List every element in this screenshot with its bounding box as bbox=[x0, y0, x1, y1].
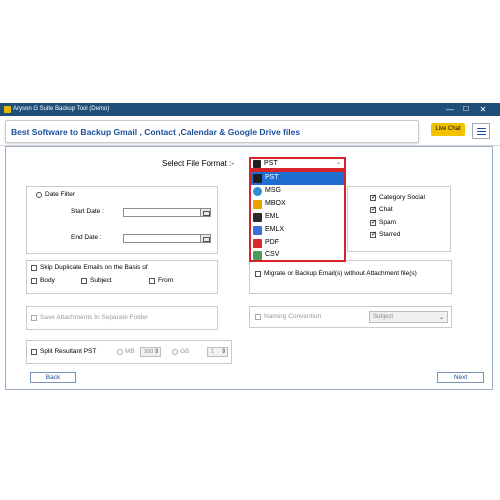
option-pdf[interactable]: PDF bbox=[251, 237, 344, 250]
split-pst-group: Split Resultant PST MB 200 ⇕ GB 1 ⇕ bbox=[26, 340, 232, 364]
header-banner: Best Software to Backup Gmail , Contact … bbox=[5, 120, 419, 143]
maximize-button[interactable]: ☐ bbox=[459, 104, 473, 115]
from-label: From bbox=[158, 277, 174, 284]
file-format-label: Select File Format :- bbox=[162, 159, 235, 168]
mb-radio[interactable] bbox=[117, 349, 123, 355]
option-label: MSG bbox=[265, 187, 281, 194]
body-checkbox[interactable] bbox=[31, 278, 37, 284]
skip-duplicates-label: Skip Duplicate Emails on the Basis of bbox=[40, 264, 148, 271]
category-social-label: Category Social bbox=[379, 194, 425, 201]
split-pst-label: Split Resultant PST bbox=[40, 348, 97, 355]
calendar-icon[interactable] bbox=[200, 208, 211, 217]
gb-label: GB bbox=[180, 348, 190, 355]
gb-radio[interactable] bbox=[172, 349, 178, 355]
next-button[interactable]: Next bbox=[437, 372, 484, 383]
chat-checkbox[interactable] bbox=[370, 205, 377, 213]
category-social-checkbox[interactable] bbox=[370, 193, 377, 201]
start-date-input[interactable] bbox=[123, 208, 202, 217]
header-title: Best Software to Backup Gmail , Contact … bbox=[11, 127, 301, 137]
category-group: Category Social Chat Spam Starred bbox=[347, 186, 451, 252]
stepper-icon: ⇕ bbox=[153, 349, 159, 355]
naming-convention-group: Naming Convention Subject ⌄ bbox=[249, 306, 452, 328]
date-filter-label: Date Filter bbox=[45, 191, 75, 198]
option-label: PDF bbox=[265, 239, 279, 246]
window-titlebar: Aryson G Suite Backup Tool (Demo) — ☐ ✕ bbox=[0, 103, 500, 116]
naming-convention-value: Subject bbox=[373, 314, 394, 320]
naming-convention-select[interactable]: Subject ⌄ bbox=[369, 311, 448, 323]
save-attachments-group: Save Attachments In Separate Folder bbox=[26, 306, 218, 330]
save-attachments-label: Save Attachments In Separate Folder bbox=[40, 314, 149, 321]
file-format-selected: PST bbox=[264, 160, 278, 167]
pst-icon bbox=[253, 160, 261, 168]
hamburger-icon-line bbox=[477, 134, 486, 135]
app-icon bbox=[4, 106, 11, 113]
minimize-button[interactable]: — bbox=[443, 104, 457, 115]
migrate-attachments-checkbox[interactable] bbox=[255, 271, 261, 277]
gb-size-value: 1 bbox=[211, 349, 215, 355]
spam-label: Spam bbox=[379, 219, 396, 226]
close-button[interactable]: ✕ bbox=[476, 104, 490, 115]
hamburger-icon-line bbox=[477, 131, 486, 132]
start-date-label: Start Date : bbox=[71, 208, 104, 215]
pdf-icon bbox=[253, 239, 262, 248]
calendar-icon[interactable] bbox=[200, 234, 211, 243]
date-filter-group: Date Filter Start Date : End Date : bbox=[26, 186, 218, 254]
stepper-icon: ⇕ bbox=[220, 349, 226, 355]
option-emlx[interactable]: EMLX bbox=[251, 224, 344, 237]
mb-size-stepper[interactable]: 200 ⇕ bbox=[140, 347, 161, 357]
split-pst-checkbox[interactable] bbox=[31, 349, 37, 355]
naming-convention-checkbox[interactable] bbox=[255, 314, 261, 320]
mbox-icon bbox=[253, 200, 262, 209]
msg-icon bbox=[253, 187, 262, 196]
gb-size-stepper[interactable]: 1 ⇕ bbox=[207, 347, 228, 357]
option-csv[interactable]: CSV bbox=[251, 250, 344, 260]
skip-duplicates-checkbox[interactable] bbox=[31, 265, 37, 271]
menu-button[interactable] bbox=[472, 123, 490, 139]
back-button[interactable]: Back bbox=[30, 372, 76, 383]
from-checkbox[interactable] bbox=[149, 278, 155, 284]
chevron-down-icon: ⌄ bbox=[438, 315, 444, 321]
window-title: Aryson G Suite Backup Tool (Demo) bbox=[13, 106, 110, 112]
chat-label: Chat bbox=[379, 206, 393, 213]
option-label: PST bbox=[265, 174, 279, 181]
eml-icon bbox=[253, 213, 262, 222]
spam-checkbox[interactable] bbox=[370, 218, 377, 226]
file-format-select[interactable]: PST ⌄ bbox=[249, 157, 346, 170]
naming-convention-label: Naming Convention bbox=[264, 313, 322, 320]
migrate-attachments-label: Migrate or Backup Email(s) without Attac… bbox=[264, 270, 417, 277]
subject-checkbox[interactable] bbox=[81, 278, 87, 284]
option-label: EMLX bbox=[265, 226, 285, 233]
body-label: Body bbox=[40, 277, 55, 284]
starred-checkbox[interactable] bbox=[370, 230, 377, 238]
hamburger-icon bbox=[477, 128, 486, 129]
mb-label: MB bbox=[125, 348, 135, 355]
option-eml[interactable]: EML bbox=[251, 211, 344, 224]
csv-icon bbox=[253, 251, 262, 260]
chevron-down-icon: ⌄ bbox=[335, 160, 341, 166]
option-label: MBOX bbox=[265, 200, 286, 207]
end-date-input[interactable] bbox=[123, 234, 202, 243]
skip-duplicates-group: Skip Duplicate Emails on the Basis of Bo… bbox=[26, 260, 218, 294]
option-msg[interactable]: MSG bbox=[251, 185, 344, 198]
migrate-attachments-group: Migrate or Backup Email(s) without Attac… bbox=[249, 260, 452, 294]
option-label: CSV bbox=[265, 251, 280, 258]
option-mbox[interactable]: MBOX bbox=[251, 198, 344, 211]
pst-icon bbox=[253, 174, 262, 183]
subject-label: Subject bbox=[90, 277, 112, 284]
save-attachments-checkbox[interactable] bbox=[31, 315, 37, 321]
date-filter-radio[interactable] bbox=[36, 192, 42, 198]
option-pst[interactable]: PST bbox=[251, 172, 344, 185]
option-label: EML bbox=[265, 213, 280, 220]
emlx-icon bbox=[253, 226, 262, 235]
end-date-label: End Date : bbox=[71, 234, 102, 241]
mb-size-value: 200 bbox=[144, 349, 154, 355]
live-chat-button[interactable]: Live Chat bbox=[431, 123, 465, 136]
file-format-options: PST MSG MBOX EML EMLX PDF CSV bbox=[249, 170, 346, 262]
starred-label: Starred bbox=[379, 231, 401, 238]
